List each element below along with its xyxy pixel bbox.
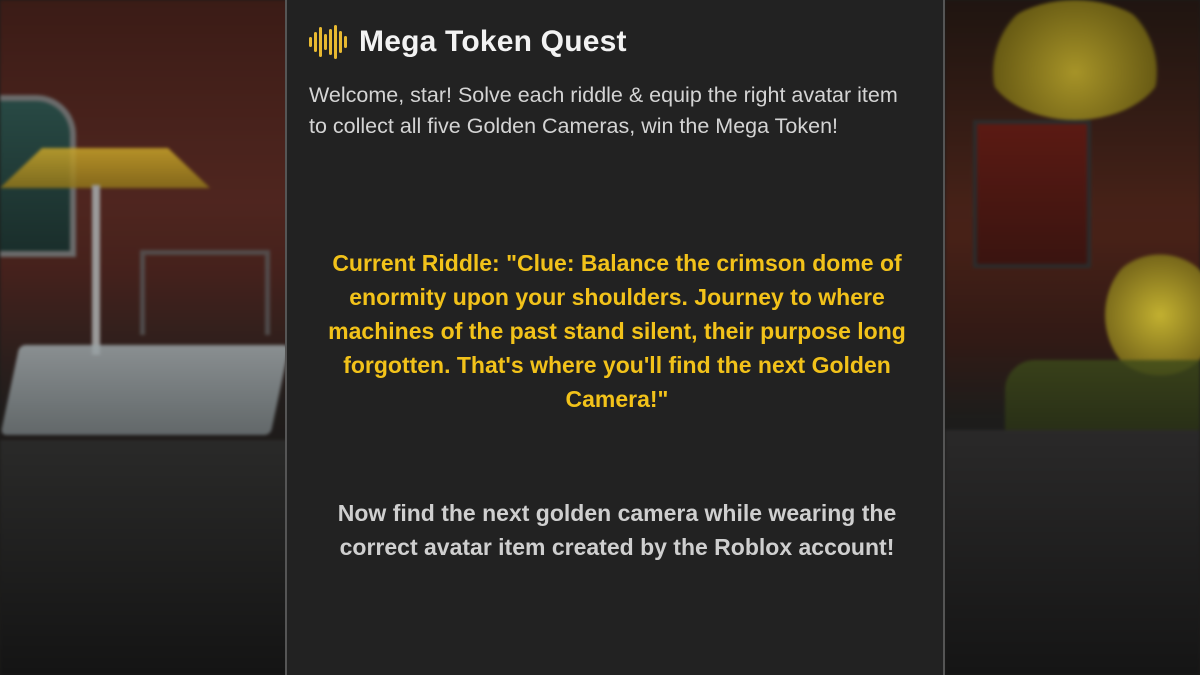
red-door [973, 120, 1091, 268]
patio-chair [140, 250, 270, 335]
quest-panel: Mega Token Quest Welcome, star! Solve ea… [285, 0, 945, 675]
instruction-text: Now find the next golden camera while we… [337, 500, 897, 560]
current-riddle-text: Current Riddle: "Clue: Balance the crims… [328, 250, 906, 412]
sound-wave-icon [309, 24, 347, 60]
welcome-text: Welcome, star! Solve each riddle & equip… [309, 83, 898, 138]
game-background-right [945, 0, 1200, 675]
pool-deck [0, 440, 290, 675]
game-scene: Mega Token Quest Welcome, star! Solve ea… [0, 0, 1200, 675]
quest-title: Mega Token Quest [359, 25, 627, 58]
pool-lounger [0, 345, 290, 435]
game-background-left [0, 0, 290, 675]
quest-header: Mega Token Quest [309, 24, 627, 60]
grass-patch [1005, 360, 1200, 440]
umbrella-pole [92, 185, 100, 355]
walkway [945, 430, 1200, 675]
tree-foliage [985, 0, 1165, 120]
